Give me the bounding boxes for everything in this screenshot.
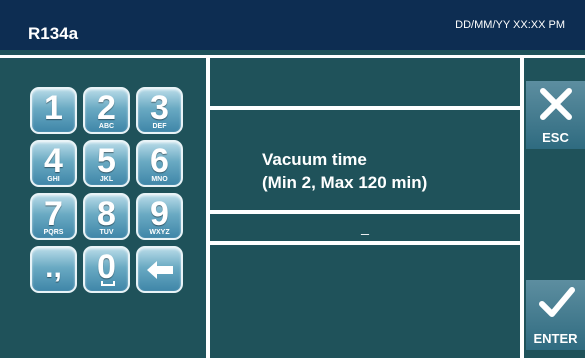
key-digit: 8 [97,195,116,233]
key-digit: 4 [44,142,63,180]
key-2[interactable]: 2 ABC [83,87,130,134]
key-letters: TUV [99,229,114,236]
right-vertical-divider [520,55,524,358]
left-vertical-divider [206,55,210,358]
key-digit: 2 [97,89,116,127]
arrow-left-icon [147,261,173,279]
key-letters: GHI [47,176,60,183]
refrigerant-title: R134a [28,24,79,43]
key-letters: ABC [98,123,115,130]
checkmark-icon [539,287,575,317]
key-6[interactable]: 6 MNO [136,140,183,187]
key-9[interactable]: 9 WXYZ [136,193,183,240]
header-bar: R134a DD/MM/YY XX:XX PM [0,0,585,50]
prompt-text: Vacuum time (Min 2, Max 120 min) [262,148,427,194]
close-x-icon [540,88,572,120]
numeric-keypad: 1 2 ABC 3 DEF 4 GHI 5 JKL 6 MNO 7 PQRS 8 [30,87,185,293]
key-punctuation[interactable]: ., [30,246,77,293]
datetime-display: DD/MM/YY XX:XX PM [455,19,565,31]
prompt-line-2: (Min 2, Max 120 min) [262,173,428,192]
screen: R134a DD/MM/YY XX:XX PM 1 2 ABC 3 DEF 4 … [0,0,585,358]
key-punct-label: ., [45,251,62,284]
enter-button[interactable]: ENTER [526,280,585,350]
key-0[interactable]: 0 [83,246,130,293]
key-5[interactable]: 5 JKL [83,140,130,187]
panel-divider-2 [210,210,520,214]
key-digit: 7 [44,195,63,233]
esc-button[interactable]: ESC [526,81,585,149]
key-digit: 6 [150,142,169,180]
space-icon [101,281,115,286]
panel-divider-1 [210,106,520,110]
key-letters: JKL [99,176,114,183]
key-backspace[interactable] [136,246,183,293]
key-letters: WXYZ [149,229,170,236]
esc-label: ESC [542,130,569,145]
prompt-line-1: Vacuum time [262,150,367,169]
key-3[interactable]: 3 DEF [136,87,183,134]
key-digit: 5 [97,142,116,180]
key-1[interactable]: 1 [30,87,77,134]
panel-divider-3 [210,241,520,245]
top-divider [0,55,585,58]
enter-label: ENTER [533,331,578,346]
key-digit: 3 [150,89,169,127]
key-8[interactable]: 8 TUV [83,193,130,240]
key-7[interactable]: 7 PQRS [30,193,77,240]
key-letters: DEF [152,123,167,130]
key-4[interactable]: 4 GHI [30,140,77,187]
key-digit: 9 [150,195,169,233]
value-input-field[interactable]: _ [210,216,520,240]
key-digit: 0 [97,248,116,286]
key-letters: PQRS [43,229,64,236]
key-digit: 1 [44,89,63,127]
key-letters: MNO [151,176,168,183]
